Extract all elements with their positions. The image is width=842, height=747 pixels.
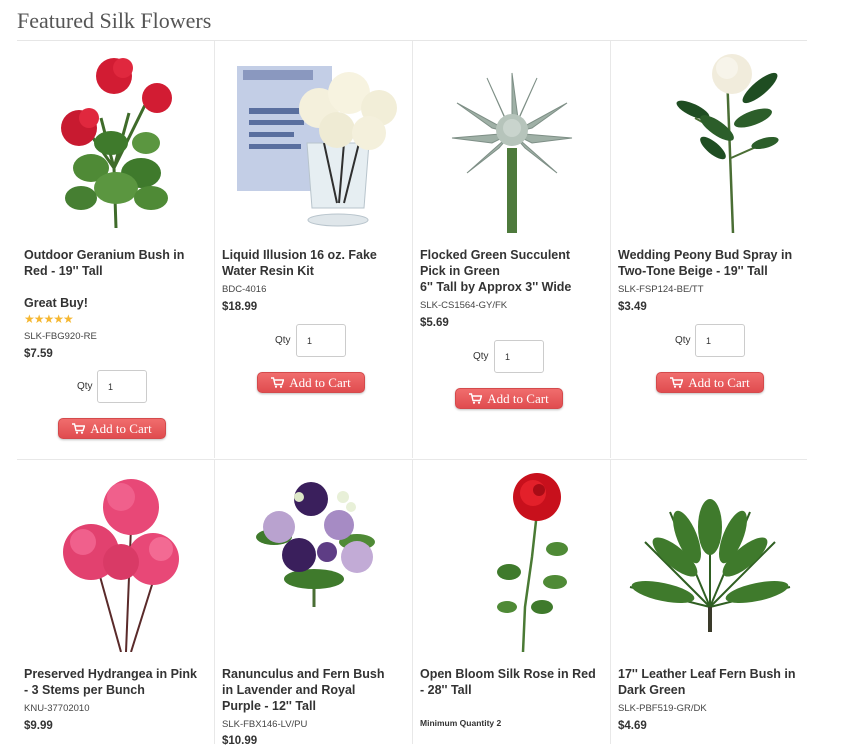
add-to-cart-button[interactable]: Add to Cart — [257, 372, 365, 393]
product-name[interactable]: Flocked Green Succulent — [420, 248, 570, 262]
product-card: Flocked Green Succulent Pick in Green 6'… — [413, 48, 611, 458]
product-name[interactable]: 6'' Tall by Approx 3'' Wide — [420, 280, 571, 294]
product-name[interactable]: Outdoor Geranium Bush in — [24, 248, 184, 262]
add-to-cart-button[interactable]: Add to Cart — [58, 418, 166, 439]
add-to-cart-label: Add to Cart — [688, 374, 750, 390]
product-name[interactable]: Open Bloom Silk Rose in Red — [420, 667, 596, 681]
product-name[interactable]: - 3 Stems per Bunch — [24, 683, 145, 697]
product-sku: SLK-FSP124-BE/TT — [618, 284, 704, 295]
product-sku: SLK-PBF519-GR/DK — [618, 703, 707, 714]
add-to-cart-label: Add to Cart — [487, 390, 549, 406]
product-card: Open Bloom Silk Rose in Red - 28'' Tall … — [413, 467, 611, 744]
cart-icon — [271, 377, 285, 388]
geranium-bush-icon — [61, 58, 172, 229]
qty-label: Qty — [675, 335, 691, 346]
qty-label: Qty — [473, 351, 489, 362]
add-to-cart-label: Add to Cart — [289, 374, 351, 390]
section-title: Featured Silk Flowers — [17, 8, 212, 33]
product-name[interactable]: Water Resin Kit — [222, 264, 314, 278]
fern-bush-icon — [629, 499, 791, 632]
product-price: $5.69 — [420, 317, 449, 329]
product-image[interactable] — [17, 48, 215, 233]
product-price: $3.49 — [618, 301, 647, 313]
product-price: $9.99 — [24, 720, 53, 732]
product-card: Liquid Illusion 16 oz. Fake Water Resin … — [215, 48, 413, 458]
product-name[interactable]: 17'' Leather Leaf Fern Bush in — [618, 667, 796, 681]
succulent-pick-icon — [451, 72, 573, 233]
qty-input[interactable] — [695, 324, 745, 357]
minimum-quantity-note: Minimum Quantity 2 — [420, 718, 502, 728]
qty-input[interactable] — [494, 340, 544, 373]
product-sku: SLK-FBX146-LV/PU — [222, 719, 308, 730]
cart-icon — [469, 393, 483, 404]
product-image[interactable] — [413, 467, 611, 652]
add-to-cart-label: Add to Cart — [90, 420, 152, 436]
qty-label: Qty — [275, 335, 291, 346]
row-divider — [17, 459, 807, 460]
ranunculus-bush-icon — [256, 482, 375, 607]
product-name[interactable]: Preserved Hydrangea in Pink — [24, 667, 197, 681]
product-price: $7.59 — [24, 348, 53, 360]
add-to-cart-button[interactable]: Add to Cart — [656, 372, 764, 393]
product-image[interactable] — [413, 48, 611, 233]
product-sku: SLK-FBG920-RE — [24, 331, 97, 342]
product-name[interactable]: Liquid Illusion 16 oz. Fake — [222, 248, 377, 262]
product-card: Preserved Hydrangea in Pink - 3 Stems pe… — [17, 467, 215, 744]
great-buy-badge: Great Buy! — [24, 296, 88, 310]
qty-input[interactable] — [296, 324, 346, 357]
product-price: $18.99 — [222, 301, 258, 313]
product-image[interactable] — [215, 467, 413, 652]
product-sku: SLK-CS1564-GY/FK — [420, 300, 508, 311]
hydrangea-icon — [63, 479, 179, 652]
product-card: 17'' Leather Leaf Fern Bush in Dark Gree… — [611, 467, 809, 744]
product-name[interactable]: Ranunculus and Fern Bush — [222, 667, 385, 681]
product-name[interactable]: Wedding Peony Bud Spray in — [618, 248, 792, 262]
rating-stars: ★★★★★ — [24, 312, 74, 326]
product-name[interactable]: - 28'' Tall — [420, 683, 472, 697]
red-rose-icon — [497, 473, 568, 652]
peony-spray-icon — [676, 54, 779, 233]
product-image[interactable] — [215, 48, 413, 233]
product-sku: KNU-37702010 — [24, 703, 90, 714]
product-card: Wedding Peony Bud Spray in Two-Tone Beig… — [611, 48, 809, 458]
cart-icon — [670, 377, 684, 388]
qty-label: Qty — [77, 381, 93, 392]
product-price: $10.99 — [222, 735, 258, 747]
product-name[interactable]: Two-Tone Beige - 19'' Tall — [618, 264, 768, 278]
product-name[interactable]: Dark Green — [618, 683, 685, 697]
product-price: $4.69 — [618, 720, 647, 732]
add-to-cart-button[interactable]: Add to Cart — [455, 388, 563, 409]
product-card: Outdoor Geranium Bush in Red - 19'' Tall… — [17, 48, 215, 458]
product-image[interactable] — [611, 467, 809, 652]
resin-kit-roses-icon — [237, 66, 397, 227]
qty-input[interactable] — [97, 370, 147, 403]
product-name[interactable]: in Lavender and Royal — [222, 683, 355, 697]
product-image[interactable] — [611, 48, 809, 233]
product-sku: BDC-4016 — [222, 284, 267, 295]
product-name[interactable]: Purple - 12'' Tall — [222, 699, 316, 713]
product-name[interactable]: Red - 19'' Tall — [24, 264, 103, 278]
product-card: Ranunculus and Fern Bush in Lavender and… — [215, 467, 413, 747]
product-image[interactable] — [17, 467, 215, 652]
cart-icon — [72, 423, 86, 434]
product-name[interactable]: Pick in Green — [420, 264, 500, 278]
